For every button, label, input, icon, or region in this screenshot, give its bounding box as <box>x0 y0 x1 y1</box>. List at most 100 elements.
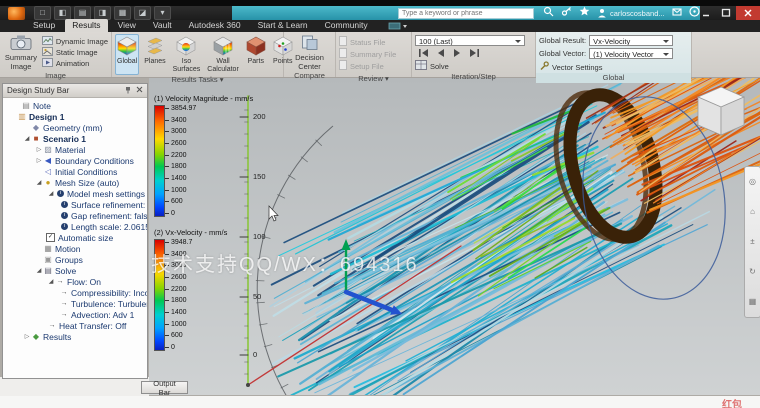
import-icon[interactable]: ◨ <box>94 6 111 20</box>
infocenter-toggle-icon[interactable] <box>388 22 408 32</box>
tree-item-surface-refinement[interactable]: iSurface refinement: false <box>3 199 147 210</box>
tree-item-gap-refinement[interactable]: i Gap refinement: false <box>3 210 147 221</box>
tree-item-design-1[interactable]: ▥ Design 1 <box>3 111 147 122</box>
summary-image-button[interactable]: Summary Image <box>3 34 39 71</box>
next-iteration-icon[interactable] <box>451 48 464 58</box>
solve-button[interactable]: Solve <box>415 60 525 72</box>
global-vector-select[interactable]: (1) Velocity Vector <box>589 48 674 59</box>
new-file-icon[interactable]: □ <box>34 6 51 20</box>
tree-item-turbulence[interactable]: →Turbulence: Turbulence <box>3 298 148 309</box>
tab-autodesk-360[interactable]: Autodesk 360 <box>182 19 248 32</box>
previous-iteration-icon[interactable] <box>434 48 447 58</box>
scenario-icon: ■ <box>33 134 39 143</box>
global-results-button[interactable]: Global <box>115 34 140 76</box>
tree-item-model-mesh-settings[interactable]: ◢ i Model mesh settings <box>3 188 147 199</box>
status-file-button[interactable]: Status File <box>339 36 396 48</box>
open-file-icon[interactable]: ◧ <box>54 6 71 20</box>
tree-item-groups[interactable]: ▣ Groups <box>3 254 147 265</box>
summary-file-button[interactable]: Summary File <box>339 48 396 60</box>
zoom-icon[interactable]: ± <box>750 238 754 246</box>
initial-conditions-icon: ◁ <box>44 167 52 176</box>
solve-icon <box>415 60 427 72</box>
planes-icon <box>145 36 165 58</box>
group-label-review[interactable]: Review ▾ <box>336 74 411 84</box>
ruler-tick-50: 50 <box>253 292 262 301</box>
minimize-button[interactable] <box>696 6 716 20</box>
color-scale-bar <box>154 105 165 217</box>
panel-close-icon[interactable] <box>136 86 143 95</box>
tree-item-material[interactable]: ▷ ▨ Material <box>3 144 147 155</box>
tree-item-solve[interactable]: ◢ ▤ Solve <box>3 265 147 276</box>
group-label-results-tasks[interactable]: Results Tasks ▾ <box>112 75 283 85</box>
checkbox-icon[interactable]: ✓ <box>46 233 55 242</box>
app-icon[interactable] <box>8 6 25 20</box>
tab-setup[interactable]: Setup <box>26 19 62 32</box>
parts-button[interactable]: Parts <box>244 34 268 75</box>
tab-start-learn[interactable]: Start & Learn <box>251 19 315 32</box>
last-iteration-icon[interactable] <box>468 48 481 58</box>
maximize-button[interactable] <box>716 6 736 20</box>
geometry-icon: ◆ <box>32 123 40 132</box>
look-icon[interactable]: ▦ <box>749 298 757 306</box>
static-image-button[interactable]: Static Image <box>41 47 108 58</box>
legend-ticks: 3854.97 3400 3000 2600 2200 1800 1400 10… <box>165 105 196 217</box>
steering-wheel-icon[interactable]: ◎ <box>749 178 756 186</box>
iso-surfaces-button[interactable]: Iso Surfaces <box>171 34 203 75</box>
tree-item-compressibility[interactable]: →Compressibility: Incompr... <box>3 287 148 298</box>
application-window: □ ◧ ▤ ◨ ▦ ◪ ▾ carloscosband... <box>0 0 760 408</box>
tab-vault[interactable]: Vault <box>146 19 179 32</box>
wall-calculator-icon <box>213 36 233 58</box>
output-bar-button[interactable]: Output Bar <box>141 379 188 397</box>
tree-item-initial-conditions[interactable]: ◁ Initial Conditions <box>3 166 147 177</box>
tab-view[interactable]: View <box>111 19 143 32</box>
first-iteration-icon[interactable] <box>417 48 430 58</box>
tree-item-note[interactable]: ▤ Note <box>3 100 147 111</box>
global-result-select[interactable]: Vx-Velocity <box>589 35 674 46</box>
tab-community[interactable]: Community <box>318 19 375 32</box>
qat-dropdown-icon[interactable]: ▾ <box>154 6 171 20</box>
tree-item-motion[interactable]: ▦ Motion <box>3 243 147 254</box>
iteration-select[interactable]: 100 (Last) <box>415 35 525 46</box>
vector-settings-button[interactable]: Vector Settings <box>539 61 673 73</box>
tree-item-length-scale[interactable]: i Length scale: 2.06155 <box>3 221 147 232</box>
group-label-iteration: Iteration/Step <box>451 72 496 81</box>
wall-calculator-button[interactable]: Wall Calculator <box>205 34 241 75</box>
planes-button[interactable]: Planes <box>142 34 167 75</box>
save-icon[interactable]: ▤ <box>74 6 91 20</box>
pan-icon[interactable]: ⌂ <box>750 208 755 216</box>
tree-item-scenario-1[interactable]: ◢ ■ Scenario 1 <box>3 133 147 144</box>
legend-velocity-magnitude[interactable]: (1) Velocity Magnitude - mm/s 3854.97 34… <box>154 94 253 217</box>
tree-item-boundary-conditions[interactable]: ▷ ◀ Boundary Conditions <box>3 155 147 166</box>
ribbon-group-review: Status File Summary File Setup File Revi… <box>336 32 412 83</box>
tab-results[interactable]: Results <box>65 19 108 32</box>
orbit-icon[interactable]: ↻ <box>749 268 756 276</box>
close-button[interactable] <box>736 6 760 20</box>
tree-item-flow[interactable]: ◢ → Flow: On <box>3 276 147 287</box>
animation-button[interactable]: Animation <box>41 58 108 69</box>
tree-item-advection[interactable]: → Advection: Adv 1 <box>3 309 147 320</box>
ribbon-empty-space <box>692 32 760 77</box>
view-cube[interactable] <box>695 84 747 147</box>
username: carloscosband... <box>610 8 665 18</box>
viewport[interactable]: (1) Velocity Magnitude - mm/s 3854.97 34… <box>149 78 760 395</box>
ribbon-tab-bar: Setup Results View Vault Autodesk 360 St… <box>0 19 760 32</box>
search-input[interactable] <box>398 7 534 19</box>
info-icon: i <box>61 212 68 219</box>
tree-item-results[interactable]: ▷ ◆ Results <box>3 331 147 342</box>
dynamic-image-button[interactable]: Dynamic Image <box>41 36 108 47</box>
signed-in-user[interactable]: carloscosband... <box>597 8 665 18</box>
tree-item-automatic-size[interactable]: ✓ Automatic size <box>3 232 147 243</box>
export-icon[interactable]: ▦ <box>114 6 131 20</box>
decision-center-button[interactable]: Decision Center <box>287 34 332 71</box>
tree-item-geometry[interactable]: ◆ Geometry (mm) <box>3 122 147 133</box>
setup-file-button[interactable]: Setup File <box>339 60 396 72</box>
legend-vx-velocity[interactable]: (2) Vx-Velocity - mm/s 3948.7 3400 3000 … <box>154 228 227 351</box>
image-small-buttons: Dynamic Image Static Image Animation <box>41 34 108 71</box>
flow-arrow-icon: → <box>48 322 56 329</box>
print-icon[interactable]: ◪ <box>134 6 151 20</box>
tree-item-heat-transfer[interactable]: → Heat Transfer: Off <box>3 320 147 331</box>
results-icon: ◆ <box>32 332 40 341</box>
design-icon: ▥ <box>18 112 26 121</box>
pin-icon[interactable] <box>124 86 132 96</box>
tree-item-mesh-size[interactable]: ◢ ● Mesh Size (auto) <box>3 177 147 188</box>
